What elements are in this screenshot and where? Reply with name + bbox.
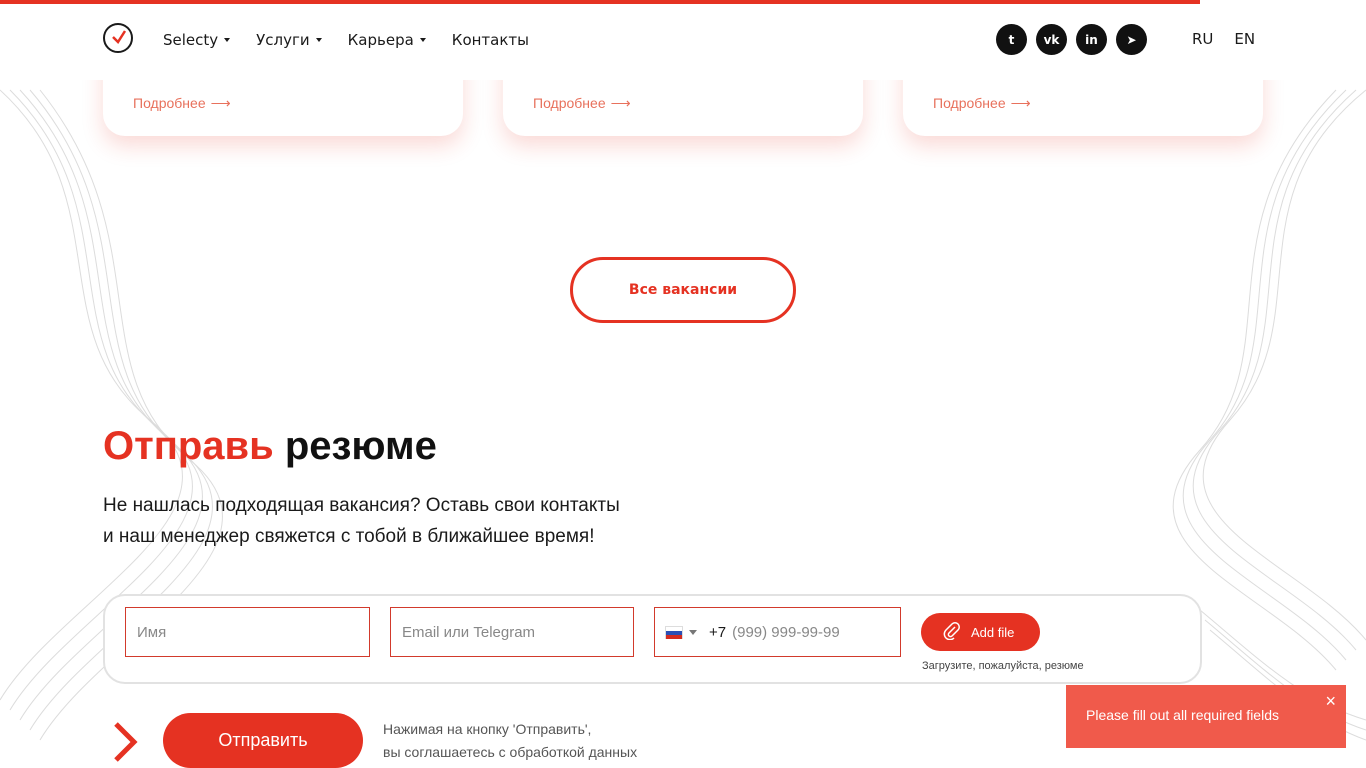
arrow-right-icon: ⟶: [1010, 95, 1031, 111]
caret-down-icon: [419, 38, 426, 42]
top-progress-bar: [0, 0, 1366, 4]
consent-line-1: Нажимая на кнопку 'Отправить',: [383, 721, 592, 737]
nav-item-label: Услуги: [256, 31, 310, 49]
consent-text: Нажимая на кнопку 'Отправить', вы соглаш…: [383, 718, 637, 764]
arrow-right-icon: ⟶: [210, 95, 231, 111]
lang-en[interactable]: EN: [1234, 30, 1255, 48]
chevron-right-icon: [114, 722, 138, 762]
name-input[interactable]: Имя: [125, 607, 370, 657]
paperclip-icon: [943, 621, 961, 643]
top-progress-fill: [0, 0, 1200, 4]
lang-ru[interactable]: RU: [1192, 30, 1213, 48]
telegram-icon[interactable]: ➤: [1116, 24, 1147, 55]
resume-section-title: Отправь резюме: [103, 424, 437, 469]
title-accent: Отправь: [103, 424, 274, 468]
russia-flag-icon[interactable]: [665, 625, 683, 639]
contact-input[interactable]: Email или Telegram: [390, 607, 634, 657]
card-more-label: Подробнее: [533, 95, 606, 111]
country-dropdown-caret-icon[interactable]: [689, 629, 697, 635]
card-more-link[interactable]: Подробнее ⟶: [133, 95, 231, 112]
phone-input[interactable]: +7 (999) 999-99-99: [654, 607, 901, 657]
arrow-right-icon: ⟶: [610, 95, 631, 111]
card-more-label: Подробнее: [933, 95, 1006, 111]
toast-message: Please fill out all required fields: [1086, 707, 1279, 723]
language-switcher: RU EN: [1192, 30, 1276, 48]
card-more-label: Подробнее: [133, 95, 206, 111]
add-file-label: Add file: [971, 624, 1015, 640]
add-file-button[interactable]: Add file: [921, 613, 1040, 651]
resume-form: Имя Email или Telegram +7 (999) 999-99-9…: [103, 594, 1202, 684]
nav-item-selecty[interactable]: Selecty: [163, 30, 231, 50]
main-nav: Selecty Услуги Карьера Контакты: [163, 30, 555, 50]
contact-placeholder: Email или Telegram: [402, 623, 536, 641]
close-icon[interactable]: ×: [1325, 691, 1336, 712]
nav-item-contacts[interactable]: Контакты: [452, 30, 529, 50]
nav-item-label: Selecty: [163, 31, 219, 49]
caret-down-icon: [315, 38, 322, 42]
resume-description: Не нашлась подходящая вакансия? Оставь с…: [103, 495, 620, 547]
nav-item-label: Контакты: [451, 31, 530, 49]
nav-item-services[interactable]: Услуги: [256, 30, 322, 50]
caret-down-icon: [224, 38, 231, 42]
all-vacancies-button[interactable]: Все вакансии: [570, 257, 796, 323]
consent-line-2: вы соглашаетесь с обработкой данных: [383, 744, 638, 760]
social-links: t vk in ➤: [996, 24, 1156, 55]
title-rest: резюме: [284, 424, 437, 468]
phone-placeholder: (999) 999-99-99: [732, 623, 840, 641]
name-placeholder: Имя: [137, 623, 167, 641]
phone-prefix: +7: [709, 623, 727, 641]
site-header: Selecty Услуги Карьера Контакты t vk in …: [0, 0, 1366, 80]
nav-item-career[interactable]: Карьера: [348, 30, 426, 50]
linkedin-icon[interactable]: in: [1076, 24, 1107, 55]
card-more-link[interactable]: Подробнее ⟶: [533, 95, 631, 112]
error-toast: Please fill out all required fields ×: [1066, 685, 1346, 748]
card-more-link[interactable]: Подробнее ⟶: [933, 95, 1031, 112]
nav-item-label: Карьера: [347, 31, 414, 49]
submit-button[interactable]: Отправить: [163, 713, 363, 768]
vk-icon[interactable]: vk: [1036, 24, 1067, 55]
logo-checkmark-icon[interactable]: [103, 23, 133, 53]
file-hint: Загрузите, пожалуйста, резюме: [922, 660, 1084, 672]
twitter-icon[interactable]: t: [996, 24, 1027, 55]
